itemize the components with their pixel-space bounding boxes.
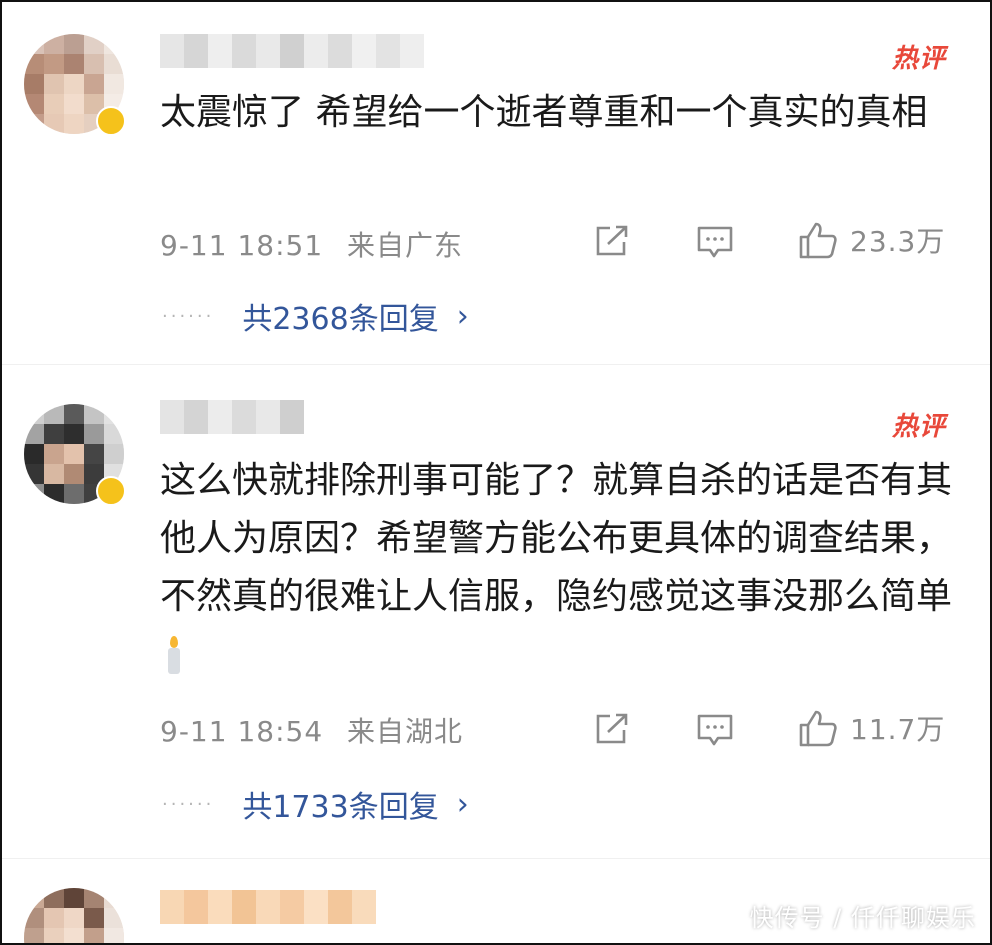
comment-date: 9-11 18:54 [160,715,324,748]
like-button[interactable]: 11.7万 [798,708,945,748]
like-button[interactable]: 23.3万 [798,220,945,260]
avatar-mosaic [24,888,124,943]
candle-emoji [166,636,182,676]
chevron-right-icon: › [456,786,469,822]
verified-badge-icon [96,106,126,136]
thumbs-up-icon [799,222,837,259]
reply-count: 共1733条回复 [242,790,439,825]
comment-feed: 热评 太震惊了 希望给一个逝者尊重和一个真实的真相 9-11 18:51 来自广… [0,0,992,945]
comment-button[interactable] [696,224,734,260]
watermark: 快传号 / 仟仟聊娱乐 [749,904,976,932]
reply-dots: ······ [162,305,215,327]
share-button[interactable] [594,224,630,258]
comment-icon [697,226,733,258]
hot-comment-badge: 热评 [891,412,946,442]
share-button[interactable] [594,712,630,746]
thumbs-up-icon [799,710,837,747]
share-icon [596,225,628,256]
comment-text: 太震惊了 希望给一个逝者尊重和一个真实的真相 [160,92,928,133]
comment-location: 来自广东 [347,229,464,262]
avatar[interactable] [24,888,124,943]
comment-meta: 9-11 18:51 来自广东 [160,224,463,264]
share-icon [596,713,628,744]
comment-date: 9-11 18:51 [160,229,324,262]
comment-text-content: 这么快就排除刑事可能了？就算自杀的话是否有其他人为原因？希望警方能公布更具体的调… [160,460,953,617]
comment-location: 来自湖北 [347,715,464,748]
comment-icon [697,714,733,746]
verified-badge-icon [96,476,126,506]
view-replies-link[interactable]: ······ 共2368条回复 › [162,294,469,338]
reply-dots: ······ [162,793,215,815]
comment-button[interactable] [696,712,734,748]
reply-count: 共2368条回复 [242,302,439,337]
like-count: 23.3万 [850,225,946,258]
chevron-right-icon: › [456,298,469,334]
view-replies-link[interactable]: ······ 共1733条回复 › [162,782,469,826]
divider [2,858,990,859]
comment-meta: 9-11 18:54 来自湖北 [160,710,463,750]
comment-text: 这么快就排除刑事可能了？就算自杀的话是否有其他人为原因？希望警方能公布更具体的调… [160,452,960,684]
divider [2,364,990,365]
hot-comment-badge: 热评 [891,44,946,74]
like-count: 11.7万 [850,713,946,746]
